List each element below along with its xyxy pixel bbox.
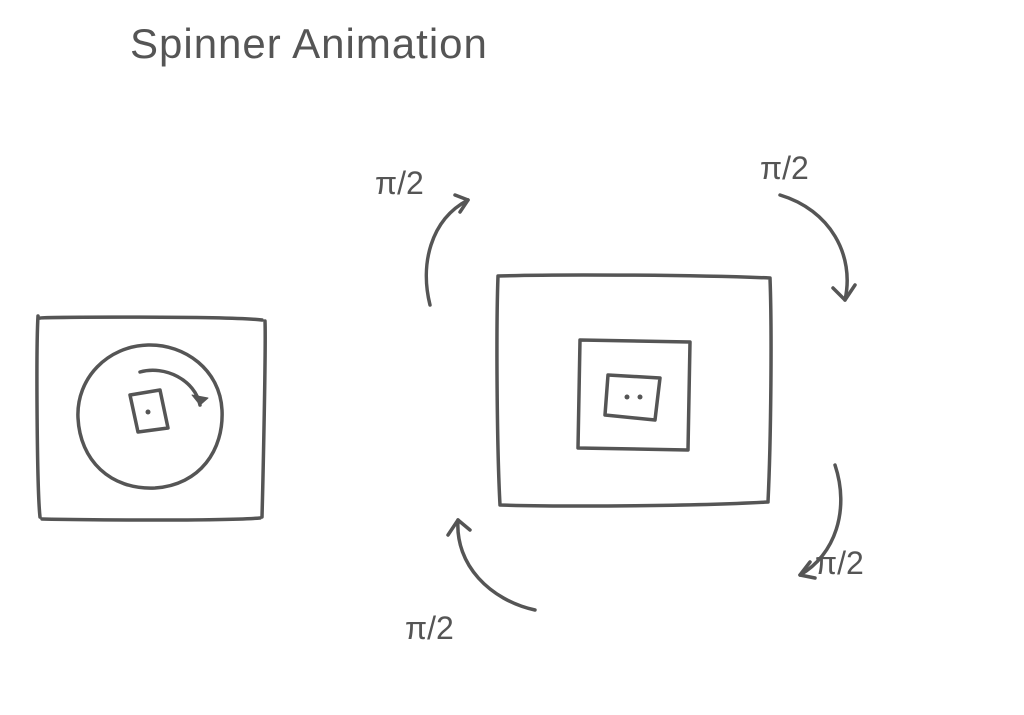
angle-label-top-left: π/2 bbox=[375, 165, 424, 202]
right-box-center-dot-1 bbox=[625, 395, 630, 400]
right-box-outer-frame bbox=[497, 275, 771, 506]
angle-label-bottom-left: π/2 bbox=[405, 610, 454, 647]
left-box-rotation-arrow bbox=[140, 370, 200, 405]
angle-label-top-right: π/2 bbox=[760, 150, 809, 187]
right-box-inner-square bbox=[578, 340, 690, 450]
rotation-arrow-top-right bbox=[780, 195, 847, 300]
left-box-rotation-arrowhead bbox=[192, 395, 208, 405]
rotation-arrow-top-left bbox=[426, 200, 468, 305]
diagram-sketch bbox=[0, 0, 1024, 715]
right-box-center-dot-2 bbox=[638, 395, 643, 400]
left-box-circle bbox=[78, 345, 222, 488]
rotation-arrow-top-right-head bbox=[833, 285, 855, 300]
right-box-inner-diamond bbox=[605, 375, 660, 420]
left-box-center-dot bbox=[146, 410, 151, 415]
rotation-arrow-bottom-left bbox=[458, 520, 535, 610]
angle-label-bottom-right: π/2 bbox=[815, 545, 864, 582]
